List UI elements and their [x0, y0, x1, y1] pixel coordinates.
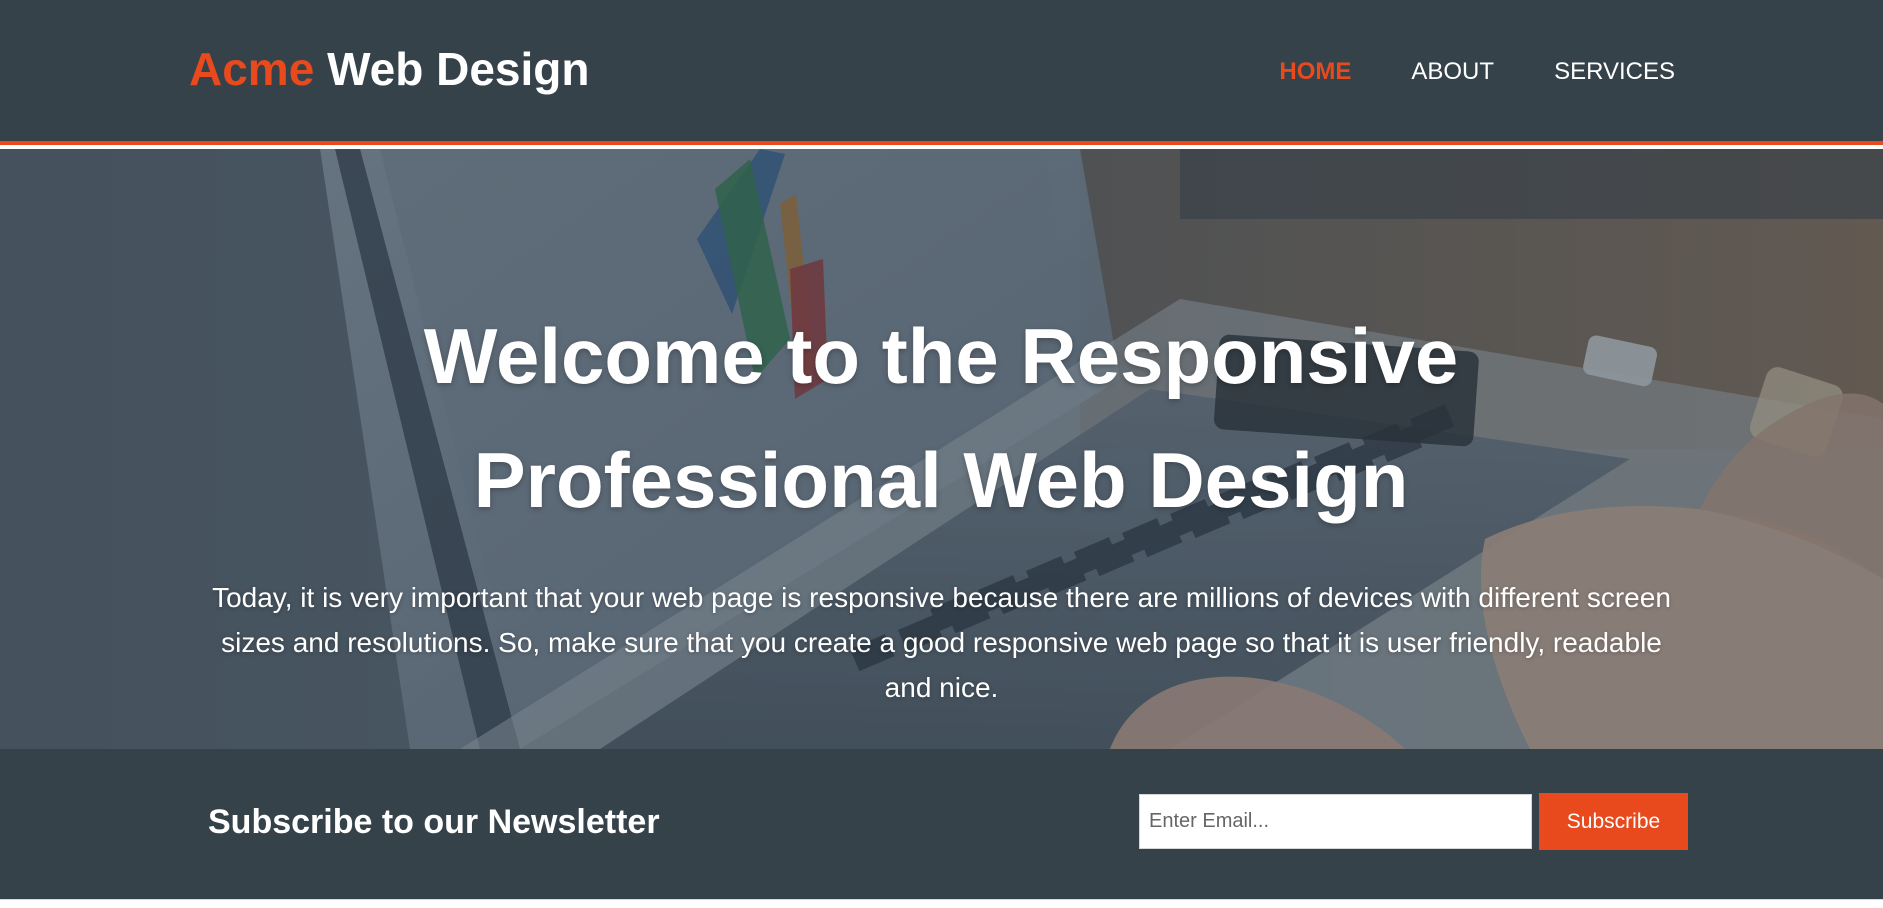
logo-accent-text: Acme	[189, 43, 315, 95]
nav-link-home[interactable]: HOME	[1279, 58, 1351, 85]
subscribe-button[interactable]: Subscribe	[1539, 793, 1688, 850]
email-input[interactable]	[1139, 794, 1532, 849]
newsletter-heading: Subscribe to our Newsletter	[208, 803, 660, 841]
newsletter-section: Subscribe to our Newsletter Subscribe	[0, 749, 1883, 899]
site-header: Acme Web Design HOME ABOUT SERVICES	[0, 0, 1883, 145]
nav-item-home: HOME	[1279, 60, 1351, 84]
hero-description: Today, it is very important that your we…	[212, 582, 1671, 703]
hero-content: Welcome to the Responsive Professional W…	[0, 149, 1883, 749]
logo-text: Web Design	[314, 43, 590, 95]
nav-link-services[interactable]: SERVICES	[1554, 58, 1675, 85]
site-logo[interactable]: Acme Web Design	[189, 46, 590, 92]
nav-item-services: SERVICES	[1554, 60, 1675, 84]
nav-list: HOME ABOUT SERVICES	[1279, 60, 1675, 84]
nav-link-about[interactable]: ABOUT	[1411, 58, 1494, 85]
hero-section: Welcome to the Responsive Professional W…	[0, 149, 1883, 749]
nav-item-about: ABOUT	[1411, 60, 1494, 84]
hero-title: Welcome to the Responsive Professional W…	[423, 312, 1459, 524]
page-bottom-strip	[0, 899, 1883, 908]
